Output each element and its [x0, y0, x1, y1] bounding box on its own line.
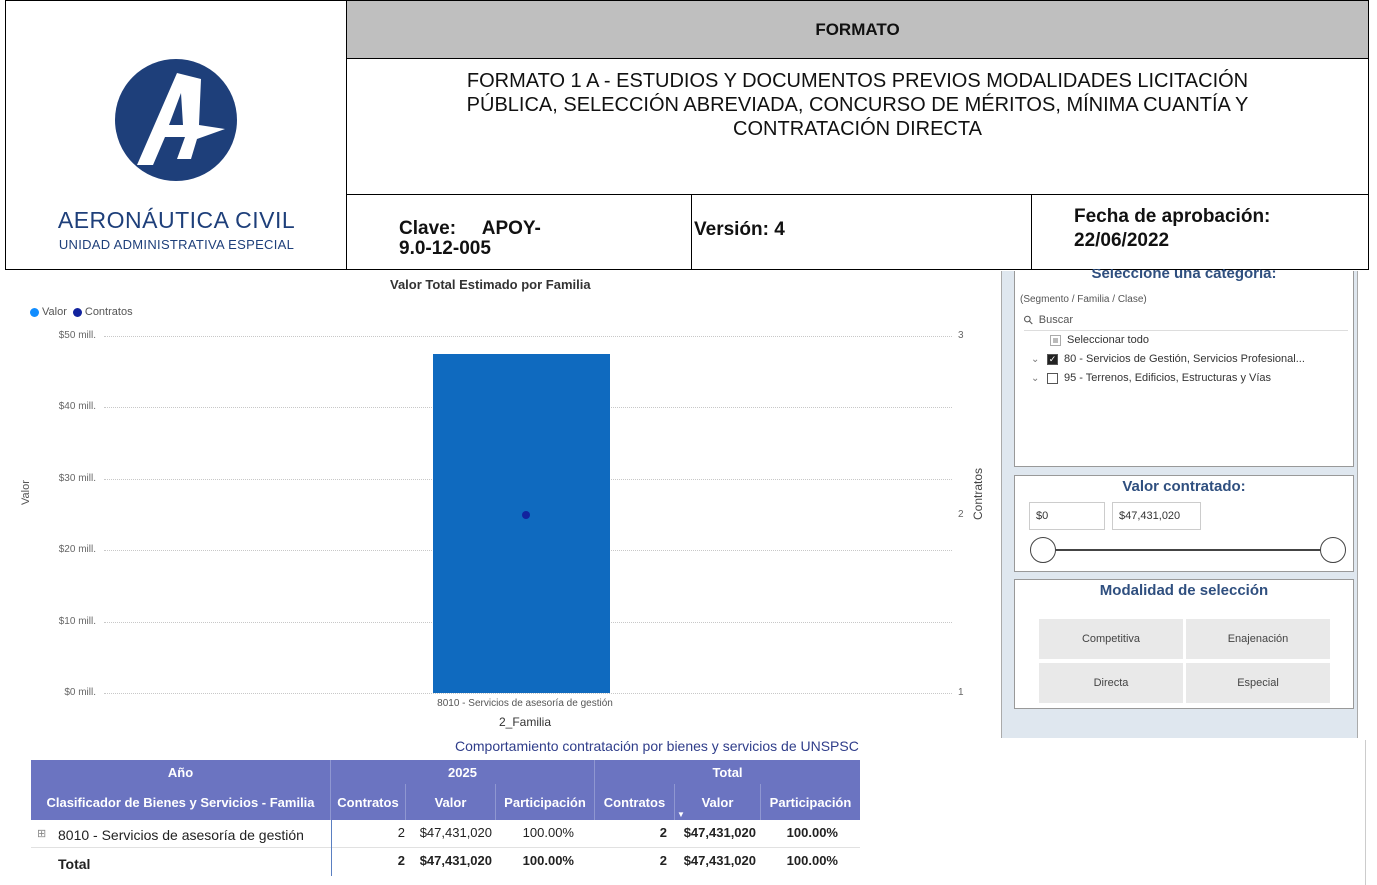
column-header-valor-total-label: Valor: [701, 794, 734, 810]
y2-tick-label: 3: [958, 330, 964, 341]
chart-legend[interactable]: Valor Contratos: [30, 306, 133, 318]
formato-label: FORMATO: [347, 1, 1368, 59]
table-divider: [331, 820, 332, 876]
y-tick-label: $10 mill.: [58, 615, 96, 627]
select-all-option[interactable]: Seleccionar todo: [1050, 334, 1149, 346]
page-divider: [1365, 740, 1366, 885]
legend-contratos-dot: [72, 307, 82, 317]
table-title: Comportamiento contratación por bienes y…: [455, 738, 859, 754]
chevron-down-icon[interactable]: ⌄: [1031, 354, 1041, 365]
value-slicer-title: Valor contratado:: [1122, 478, 1246, 495]
slider-min-handle[interactable]: [1030, 537, 1056, 563]
y-tick-label: $50 mill.: [58, 330, 96, 341]
table-total-label: Total: [58, 856, 91, 872]
category-item-95[interactable]: ⌄ 95 - Terrenos, Edificios, Estructuras …: [1031, 372, 1271, 384]
category-slicer-title: Seleccione una categoría:: [1091, 269, 1277, 282]
fecha-value: 22/06/2022: [1074, 230, 1170, 251]
total-header: Total: [712, 764, 743, 780]
category-95-label: 95 - Terrenos, Edificios, Estructuras y …: [1064, 372, 1272, 384]
value-min-input[interactable]: $0: [1029, 502, 1105, 530]
gridline: [104, 336, 952, 337]
table-row-label: 8010 - Servicios de asesoría de gestión: [58, 827, 304, 843]
modality-enajenacion-button[interactable]: Enajenación: [1186, 619, 1330, 659]
table-cell: 100.00%: [522, 825, 574, 840]
category-item-80[interactable]: ⌄ ✓ 80 - Servicios de Gestión, Servicios…: [1031, 353, 1305, 365]
chevron-down-icon[interactable]: ⌄: [1031, 373, 1041, 384]
legend-valor-dot: [30, 307, 39, 317]
clave-label: Clave: APOY-: [399, 218, 541, 239]
y-axis-label: Valor: [20, 480, 32, 505]
category-95-checkbox[interactable]: [1047, 372, 1058, 384]
modality-especial-button[interactable]: Especial: [1186, 663, 1330, 703]
x-axis-label: 2_Familia: [498, 715, 552, 729]
category-80-label: 80 - Servicios de Gestión, Servicios Pro…: [1064, 353, 1305, 365]
title-line: PÚBLICA, SELECCIÓN ABREVIADA, CONCURSO D…: [466, 94, 1249, 116]
table-cell: 2: [659, 825, 667, 840]
document-header: AERONÁUTICA CIVIL UNIDAD ADMINISTRATIVA …: [5, 0, 1369, 270]
column-header-valor-2025[interactable]: Valor: [406, 784, 496, 820]
fecha-label: Fecha de aprobación:: [1074, 206, 1271, 227]
table-total-cell: 2: [659, 853, 667, 868]
table-cell: 100.00%: [786, 825, 838, 840]
y-tick-label: $20 mill.: [58, 544, 96, 556]
category-subtitle: (Segmento / Familia / Clase): [1020, 294, 1147, 305]
column-header-participacion-2025[interactable]: Participación: [496, 784, 595, 820]
search-placeholder: Buscar: [1038, 314, 1074, 326]
legend-valor-label: Valor: [42, 306, 67, 318]
title-line: FORMATO 1 A - ESTUDIOS Y DOCUMENTOS PREV…: [466, 70, 1249, 92]
table-cell: $47,431,020: [683, 825, 756, 840]
y2-axis-label: Contratos: [971, 467, 985, 520]
fecha-cell: Fecha de aprobación: 22/06/2022: [1032, 195, 1368, 269]
column-header-contratos-2025[interactable]: Contratos: [331, 784, 406, 820]
table-header-columns-row: Clasificador de Bienes y Servicios - Fam…: [31, 784, 860, 820]
value-max-input[interactable]: $47,431,020: [1112, 502, 1201, 530]
document-title: FORMATO 1 A - ESTUDIOS Y DOCUMENTOS PREV…: [347, 59, 1368, 195]
y2-tick-label: 1: [958, 687, 964, 698]
table-total-cell: $47,431,020: [419, 853, 492, 868]
slider-max-handle[interactable]: [1320, 537, 1346, 563]
category-80-checkbox[interactable]: ✓: [1047, 353, 1058, 365]
column-header-familia[interactable]: Clasificador de Bienes y Servicios - Fam…: [31, 784, 331, 820]
title-line: CONTRATACIÓN DIRECTA: [733, 118, 982, 140]
y-tick-label: $0 mill.: [64, 687, 96, 698]
row-divider: [31, 847, 860, 848]
clave-cell: Clave: APOY- 9.0-12-005: [347, 195, 692, 269]
logo-name: AERONÁUTICA CIVIL: [57, 207, 296, 233]
year-header[interactable]: Año: [31, 760, 331, 784]
category-search[interactable]: ⚲ Buscar: [1020, 312, 1348, 331]
table-header-year-row: Año 2025 Total: [31, 760, 860, 784]
table-total-cell: 100.00%: [786, 853, 838, 868]
column-header-contratos-total[interactable]: Contratos: [595, 784, 675, 820]
legend-contratos-label: Contratos: [84, 306, 133, 318]
modality-directa-button[interactable]: Directa: [1039, 663, 1183, 703]
expand-row-icon[interactable]: ⊞: [37, 827, 46, 840]
column-header-valor-total[interactable]: Valor ▼: [675, 784, 761, 820]
table-total-cell: $47,431,020: [683, 853, 756, 868]
logo-subtitle: UNIDAD ADMINISTRATIVA ESPECIAL: [58, 237, 295, 252]
y-tick-label: $40 mill.: [58, 401, 96, 413]
logo-cell: AERONÁUTICA CIVIL UNIDAD ADMINISTRATIVA …: [6, 1, 347, 269]
point-contratos[interactable]: [522, 510, 530, 519]
modality-slicer-title: Modalidad de selección: [1099, 582, 1269, 599]
year-2025-header: 2025: [331, 760, 595, 784]
gridline: [104, 693, 952, 694]
table-cell: 2: [397, 825, 405, 840]
table-total-cell: 100.00%: [522, 853, 574, 868]
select-all-checkbox[interactable]: [1050, 334, 1061, 346]
sort-desc-icon: ▼: [677, 810, 685, 819]
clave-value: 9.0-12-005: [399, 238, 491, 259]
bar-valor[interactable]: [433, 354, 610, 693]
column-header-participacion-total[interactable]: Participación: [761, 784, 860, 820]
aerocivil-logo: [115, 59, 237, 181]
x-category-label: 8010 - Servicios de asesoría de gestión: [437, 698, 613, 709]
y2-tick-label: 2: [958, 508, 964, 520]
select-all-label: Seleccionar todo: [1067, 334, 1149, 346]
value-slider-track[interactable]: [1041, 549, 1333, 551]
table-total-cell: 2: [397, 853, 405, 868]
table-cell: $47,431,020: [419, 825, 492, 840]
modality-competitiva-button[interactable]: Competitiva: [1039, 619, 1183, 659]
chart-title: Valor Total Estimado por Familia: [390, 277, 591, 292]
version-cell: Versión: 4: [692, 195, 1032, 269]
